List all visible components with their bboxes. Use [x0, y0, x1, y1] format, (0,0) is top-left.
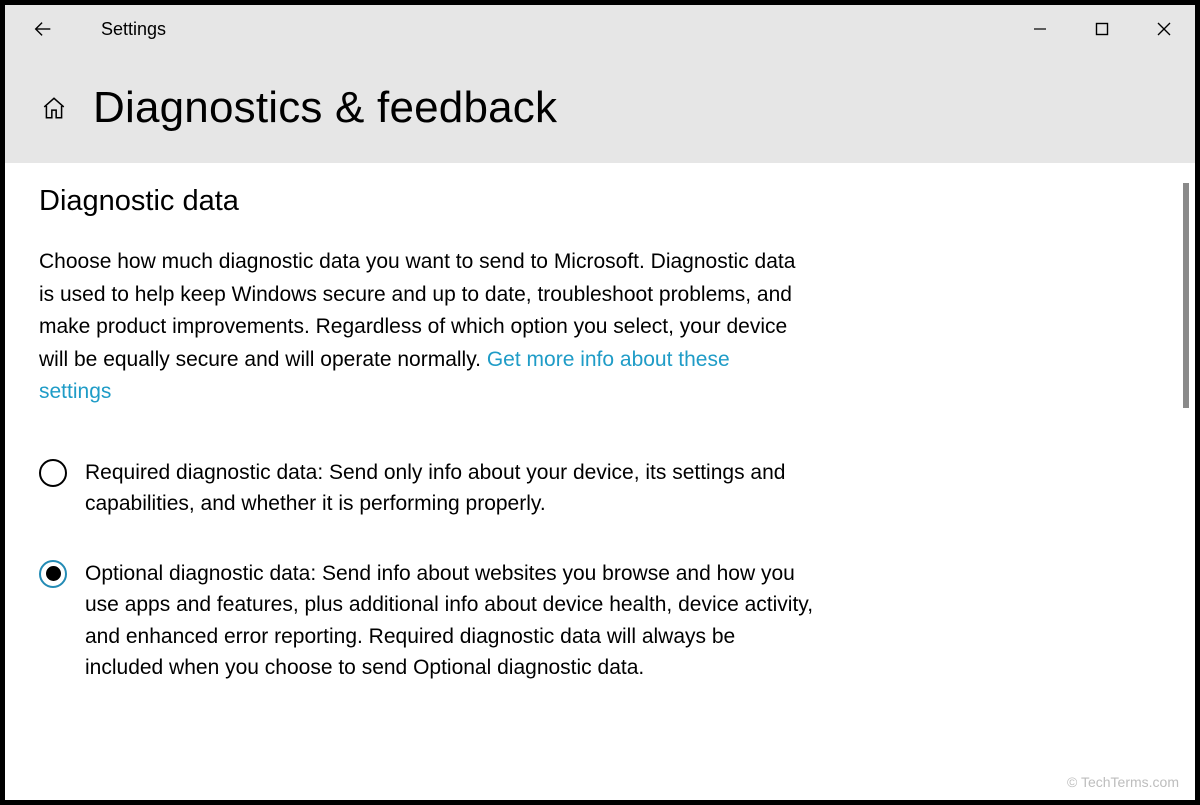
radio-label: Optional diagnostic data: Send info abou… — [85, 558, 819, 684]
window-controls — [1009, 9, 1195, 49]
home-button[interactable] — [37, 91, 71, 125]
minimize-button[interactable] — [1009, 9, 1071, 49]
settings-window: Settings — [5, 5, 1195, 800]
header-region: Settings — [5, 5, 1195, 163]
titlebar: Settings — [5, 5, 1195, 53]
maximize-icon — [1094, 21, 1110, 37]
close-icon — [1156, 21, 1172, 37]
radio-option-optional[interactable]: Optional diagnostic data: Send info abou… — [39, 558, 819, 684]
back-button[interactable] — [23, 9, 63, 49]
radio-indicator — [39, 459, 67, 487]
page-header: Diagnostics & feedback — [5, 53, 1195, 163]
section-description: Choose how much diagnostic data you want… — [39, 246, 799, 409]
radio-indicator-selected — [39, 560, 67, 588]
radio-group: Required diagnostic data: Send only info… — [39, 457, 1161, 684]
close-button[interactable] — [1133, 9, 1195, 49]
page-title: Diagnostics & feedback — [93, 83, 557, 133]
radio-dot-icon — [46, 566, 61, 581]
radio-option-required[interactable]: Required diagnostic data: Send only info… — [39, 457, 819, 520]
back-arrow-icon — [32, 18, 54, 40]
window-title: Settings — [101, 19, 166, 40]
content-area: Diagnostic data Choose how much diagnost… — [5, 163, 1195, 800]
section-heading: Diagnostic data — [39, 185, 1161, 218]
radio-label: Required diagnostic data: Send only info… — [85, 457, 819, 520]
minimize-icon — [1032, 21, 1048, 37]
home-icon — [41, 95, 67, 121]
maximize-button[interactable] — [1071, 9, 1133, 49]
watermark-text: © TechTerms.com — [1067, 774, 1179, 790]
scrollbar-thumb[interactable] — [1183, 183, 1189, 408]
